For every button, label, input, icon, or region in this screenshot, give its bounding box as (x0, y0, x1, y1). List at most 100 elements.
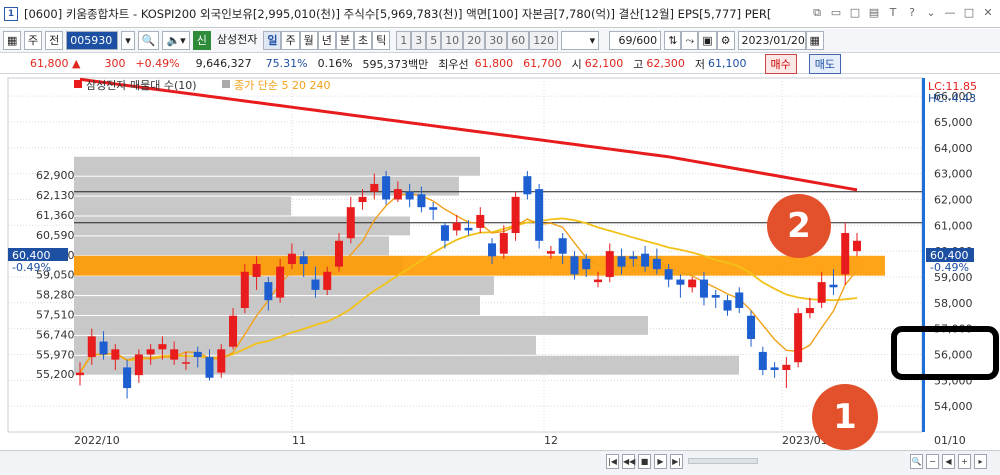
buy-button[interactable]: 매수 (764, 53, 797, 74)
interval-5[interactable]: 5 (426, 31, 442, 50)
custom-interval-input[interactable]: ▾ (561, 31, 600, 50)
calendar-icon[interactable]: ▦ (805, 31, 824, 50)
volume-profile-label: 55,200 (36, 368, 75, 381)
price: 61,800 ▲ (30, 57, 80, 70)
candle-body (181, 362, 190, 364)
scroll-next-button[interactable]: ▶ (654, 454, 667, 469)
candle-body (429, 207, 438, 210)
x-label-dec: 12 (544, 434, 558, 447)
volume-profile-label: 55,970 (36, 348, 75, 361)
interval-60[interactable]: 60 (507, 31, 530, 50)
candle-body (229, 315, 238, 347)
date-field[interactable]: 2023/01/20 (737, 31, 806, 50)
tab-year[interactable]: 년 (317, 31, 336, 50)
candle-body (476, 214, 485, 228)
credit-badge: 신 (192, 31, 211, 50)
interval-120[interactable]: 120 (529, 31, 559, 50)
candle-body (664, 269, 673, 280)
scroll-stop-button[interactable]: ■ (638, 454, 651, 469)
tab-second[interactable]: 초 (353, 31, 373, 50)
tool-icon-2[interactable]: ⤳ (681, 31, 699, 50)
scroll-track[interactable] (688, 458, 758, 464)
chart-scroll-bar: |◀ ◀◀ ■ ▶ ▶| 🔍 − ◀ + ▸ (0, 450, 1000, 475)
high-label: 고 (633, 57, 644, 71)
legend-swatch-ma (222, 80, 230, 88)
tab-month[interactable]: 월 (299, 31, 318, 50)
left-arrow-icon[interactable]: ◀ (942, 454, 955, 469)
y-tick-label: 61,000 (934, 219, 973, 232)
gear-icon[interactable]: ⚙ (716, 31, 735, 50)
interval-10[interactable]: 10 (441, 31, 464, 50)
scroll-prev-button[interactable]: ◀◀ (622, 454, 635, 469)
mode2-select[interactable]: 전 (45, 31, 64, 50)
plus-icon[interactable]: + (958, 454, 971, 469)
speaker-icon[interactable]: 🔈▾ (162, 31, 190, 50)
price-value: 61,800 (30, 57, 69, 70)
candle-body (111, 349, 120, 360)
candle-body (311, 279, 320, 290)
minus-icon[interactable]: − (926, 454, 939, 469)
candle-body (87, 336, 96, 358)
minimize-icon[interactable]: — (942, 5, 958, 21)
sell-button[interactable]: 매도 (808, 53, 842, 74)
chevron-down-icon[interactable]: ⌄ (923, 5, 939, 21)
volume-profile-bar (74, 156, 480, 176)
candle-body (323, 271, 332, 290)
restore-icon[interactable]: ⧉ (809, 5, 825, 21)
amount: 595,373백만 (362, 57, 429, 71)
vol-ratio: 75.31% (265, 57, 308, 70)
app-icon: 1 (4, 6, 18, 21)
interval-30[interactable]: 30 (485, 31, 508, 50)
change: 300 (104, 57, 126, 70)
mode1-select[interactable]: 주 (24, 31, 43, 50)
help-icon[interactable]: ? (904, 5, 920, 21)
candle-body (452, 222, 461, 231)
candle-body (770, 367, 779, 370)
candle-body (605, 251, 614, 277)
candle-body (699, 279, 708, 298)
scroll-right-icon[interactable]: ▸ (974, 454, 987, 469)
candle-body (134, 354, 143, 376)
legend-swatch-main (74, 80, 82, 88)
dropdown-icon[interactable]: ▾ (121, 31, 135, 50)
candle-body (417, 194, 426, 208)
low-value: 61,100 (708, 57, 747, 70)
interval-20[interactable]: 20 (463, 31, 486, 50)
close-icon[interactable]: ✕ (980, 5, 996, 21)
layout-icon[interactable]: □ (847, 5, 863, 21)
candle-body (758, 351, 767, 370)
window-list-icon[interactable]: ▭ (828, 5, 844, 21)
y-tick-label: 63,000 (934, 168, 973, 181)
candle-body (346, 207, 355, 239)
candle-body (405, 191, 414, 200)
tile-icon[interactable]: ▤ (866, 5, 882, 21)
scroll-last-button[interactable]: ▶| (670, 454, 683, 469)
count-field[interactable]: 69/600 (609, 31, 662, 50)
legend-ma: 종가 단순 5 20 240 (234, 79, 330, 92)
candle-body (546, 251, 555, 254)
tool-icon-1[interactable]: ⇅ (664, 31, 682, 50)
search-icon[interactable]: 🔍 (137, 31, 160, 50)
settings-icon[interactable]: ▦ (3, 31, 21, 50)
candle-body (99, 341, 108, 355)
text-icon[interactable]: T (885, 5, 901, 21)
maximize-icon[interactable]: □ (961, 5, 977, 21)
tab-tick[interactable]: 틱 (372, 31, 391, 50)
scroll-first-button[interactable]: |◀ (606, 454, 619, 469)
tab-minute[interactable]: 분 (335, 31, 354, 50)
interval-3[interactable]: 3 (411, 31, 427, 50)
volume-profile-bar (74, 196, 291, 216)
tab-week[interactable]: 주 (281, 31, 300, 50)
zoom-out-icon[interactable]: 🔍 (910, 454, 923, 469)
chart-area[interactable]: 66,00065,00064,00063,00062,00061,00060,0… (0, 74, 1000, 450)
stock-code-input[interactable]: 005930 (66, 31, 119, 50)
interval-1[interactable]: 1 (396, 31, 412, 50)
tab-day[interactable]: 일 (263, 31, 282, 50)
candle-body (523, 176, 532, 195)
save-icon[interactable]: ▣ (698, 31, 717, 50)
candle-body (629, 256, 638, 259)
candle-body (594, 279, 602, 283)
candle-body (76, 372, 84, 376)
volume-profile-label: 62,900 (36, 169, 75, 182)
candle-body (535, 189, 544, 241)
